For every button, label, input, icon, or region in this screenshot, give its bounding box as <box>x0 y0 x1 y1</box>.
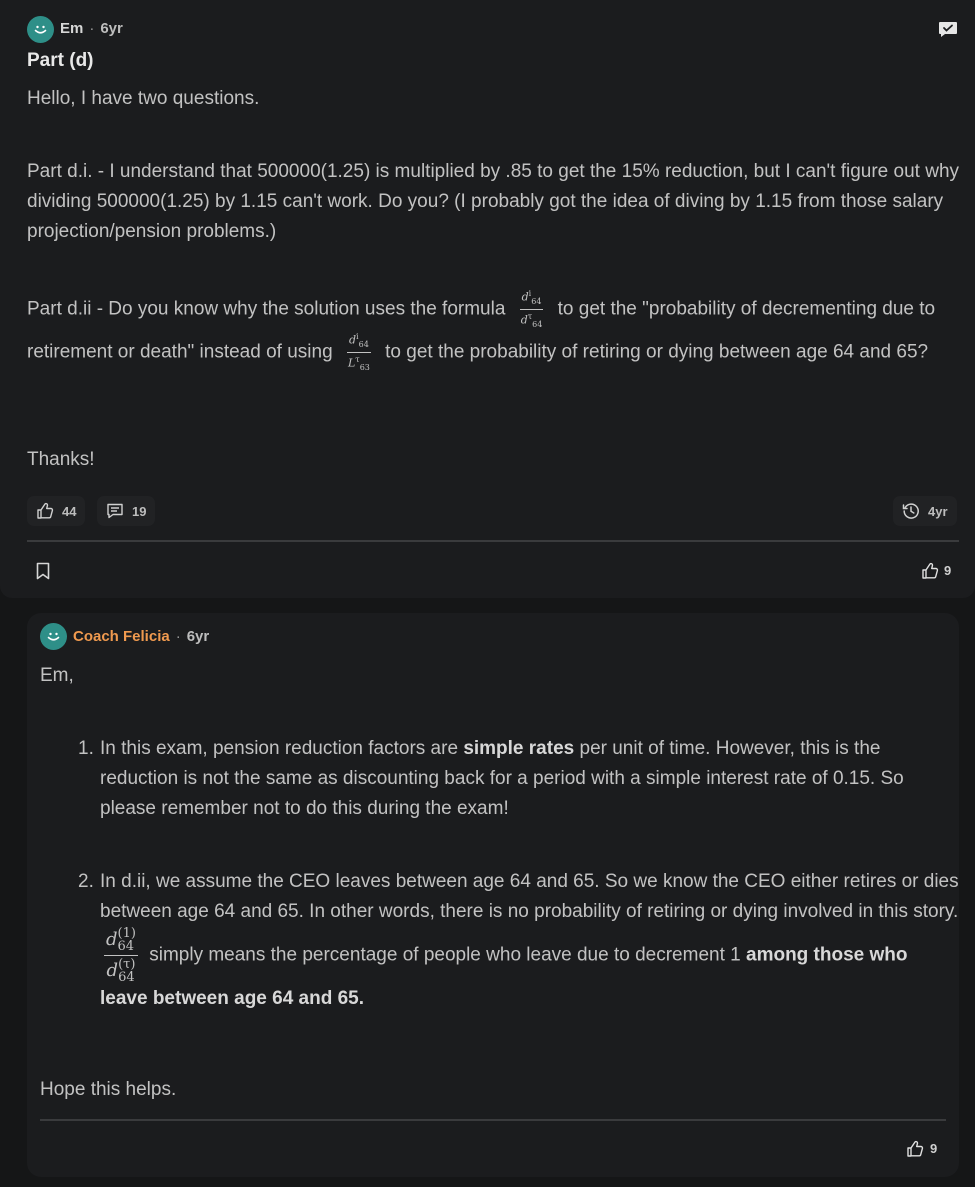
message-button[interactable] <box>937 18 959 40</box>
thumbs-up-icon <box>922 562 939 579</box>
post-part-i: Part d.i. - I understand that 500000(1.2… <box>27 161 960 242</box>
bookmark-button[interactable] <box>33 561 53 581</box>
reply-card: Coach Felicia · 6yr Em, 1. In this exam, p… <box>27 613 959 1177</box>
coach-name[interactable]: Coach Felicia <box>73 628 170 645</box>
like-count: 44 <box>62 503 77 519</box>
list-number: 1. <box>78 738 94 759</box>
smiley-avatar-icon <box>34 25 47 34</box>
reply-closing: Hope this helps. <box>40 1079 177 1100</box>
reply-list-item-2: 2. In d.ii, we assume the CEO leaves bet… <box>78 867 960 1014</box>
bottom-like-button[interactable] <box>920 561 940 581</box>
reply-age: 6yr <box>186 628 210 645</box>
thumbs-up-icon <box>907 1140 924 1157</box>
post-meta: Em · 6yr <box>60 20 123 37</box>
part-ii-text-c: to get the probability of retiring or dy… <box>385 341 929 363</box>
last-activity-age: 4yr <box>928 503 948 519</box>
bold-text: simple rates <box>463 738 575 759</box>
comment-icon <box>107 503 123 519</box>
reply-like-count: 9 <box>930 1141 938 1156</box>
post-part-ii: Part d.ii - Do you know why the solution… <box>27 288 962 373</box>
separator-dot: · <box>89 20 95 37</box>
reply-divider <box>40 1119 946 1121</box>
comments-button[interactable]: 19 <box>97 496 156 526</box>
post-greeting: Hello, I have two questions. <box>27 88 260 109</box>
part-ii-text-a: Part d.ii - Do you know why the solution… <box>27 298 506 320</box>
separator-dot: · <box>175 628 181 645</box>
smiley-avatar-icon <box>47 632 60 641</box>
post-thanks: Thanks! <box>27 449 95 470</box>
like-button[interactable]: 44 <box>27 496 86 526</box>
post-card: Em · 6yr Part (d) Hello, I have two questi… <box>0 0 975 598</box>
formula-d64i-over-l63tau: di64 Lτ63 <box>347 331 371 372</box>
formula-d64-1-over-d64-tau: d (1) 64 d (τ) 64 <box>104 926 138 985</box>
bookmark-icon <box>36 562 50 580</box>
reply-list-item-1: 1. In this exam, pension reduction facto… <box>78 734 960 824</box>
post-title: Part (d) <box>27 50 94 71</box>
thumbs-up-icon <box>37 502 54 519</box>
reply-like-button[interactable] <box>905 1139 925 1159</box>
author-avatar[interactable] <box>27 16 54 43</box>
post-divider <box>27 540 959 542</box>
post-age: 6yr <box>100 20 123 37</box>
list-number: 2. <box>78 871 94 892</box>
last-activity-button[interactable]: 4yr <box>893 496 957 526</box>
reply-meta: Coach Felicia · 6yr <box>73 628 209 645</box>
reply-salutation: Em, <box>40 665 74 686</box>
history-icon <box>902 503 919 519</box>
author-name[interactable]: Em <box>60 20 83 37</box>
bottom-like-count: 9 <box>944 563 952 578</box>
message-icon <box>939 22 957 37</box>
comment-count: 19 <box>132 503 147 519</box>
coach-avatar[interactable] <box>40 623 67 650</box>
formula-d64i-over-d64tau: di64 dτ64 <box>519 289 544 329</box>
